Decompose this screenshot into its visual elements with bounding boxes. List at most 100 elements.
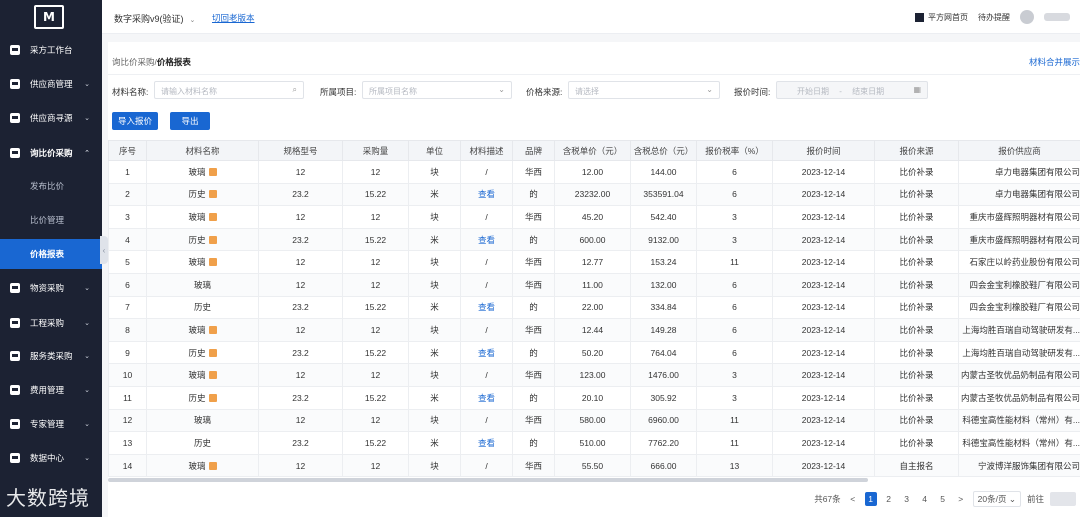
breadcrumb-parent[interactable]: 询比价采购 <box>112 57 155 67</box>
project-select[interactable]: 所属项目名称 ⌄ <box>362 81 512 99</box>
table-row[interactable]: 1 玻璃 12 12 块 / 华西 12.00 144.00 6 2023-12-14 比价补录 卓力电… <box>108 160 1080 184</box>
page-size-select[interactable]: 20条/页 ⌄ <box>972 491 1021 507</box>
watermark: 大数跨境 <box>6 486 90 510</box>
table-row[interactable]: 5 玻璃 12 12 块 / 华西 12.77 153.24 11 2023-12-14 比价补录 石家… <box>108 250 1080 274</box>
view-description-link[interactable]: 查看 <box>460 431 513 455</box>
page-3-button[interactable]: 3 <box>901 492 913 506</box>
table-row[interactable]: 4 历史 23.2 15.22 米查看的 600.00 9132.00 3 2023-12-14… <box>108 227 1080 252</box>
page-4-button[interactable]: 4 <box>919 492 931 506</box>
view-description-link[interactable]: 查看 <box>460 295 513 320</box>
material-name: 玻璃 <box>188 460 206 471</box>
table-row[interactable]: 9 历史 23.2 15.22 米查看的 50.20 764.04 6 2023-12-14 比价… <box>108 340 1080 365</box>
total-count: 共67条 <box>814 494 841 504</box>
sidebar-sub-publish[interactable]: 发布比价 <box>0 171 102 201</box>
sidebar-item-expert[interactable]: 专家管理 ⌄ <box>0 412 102 436</box>
jump-page-input[interactable] <box>1050 492 1076 506</box>
app-switcher[interactable]: 数字采购v9(验证) ⌄ <box>114 12 195 25</box>
table-cell: 华西 <box>512 272 555 297</box>
table-row[interactable]: 3 玻璃 12 12 块 / 华西 45.20 542.40 3 2023-12-14 比价补录 重庆市… <box>108 205 1080 229</box>
view-description-link[interactable]: 查看 <box>460 340 513 365</box>
table-cell: 6 <box>696 318 773 342</box>
table-cell: 比价补录 <box>874 385 959 410</box>
table-cell: 石家庄以岭药业股份有限公司 <box>958 250 1080 274</box>
page-2-button[interactable]: 2 <box>883 492 895 506</box>
table-row[interactable]: 13 历史 23.2 15.22 米查看的 510.00 7762.20 11 2023-12-… <box>108 431 1080 455</box>
home-icon <box>915 12 924 22</box>
sidebar-item-service[interactable]: 服务类采购 ⌄ <box>0 344 102 368</box>
home-link[interactable]: 平方网首页 <box>915 12 968 23</box>
table-cell: 比价补录 <box>874 408 959 433</box>
sidebar-item-fee[interactable]: 费用管理 ⌄ <box>0 378 102 402</box>
sidebar-item-workbench[interactable]: 采方工作台 <box>0 38 102 62</box>
price-source-select[interactable]: 请选择 ⌄ <box>568 81 720 99</box>
export-button[interactable]: 导出 <box>170 112 210 130</box>
sidebar-item-goods[interactable]: 物资采购 ⌄ <box>0 276 102 300</box>
view-description-link[interactable]: 查看 <box>460 385 513 410</box>
table-cell: 1476.00 <box>630 363 697 387</box>
switch-old-version-link[interactable]: 切回老版本 <box>212 12 255 24</box>
table-cell: 12 <box>258 160 343 184</box>
table-cell: / <box>460 205 513 229</box>
sidebar-item-inquiry[interactable]: 询比价采购 ⌃ <box>0 141 102 165</box>
table-cell: 历史 <box>146 182 259 207</box>
view-description-link[interactable]: 查看 <box>460 227 513 252</box>
table-row[interactable]: 14 玻璃 12 12 块 / 华西 55.50 666.00 13 2023-12-14 自主报名宁… <box>108 453 1080 478</box>
table-row[interactable]: 11 历史 23.2 15.22 米查看的 20.10 305.92 3 2023-12-14 比… <box>108 385 1080 410</box>
import-quote-button[interactable]: 导入报价 <box>112 112 158 130</box>
sidebar-item-data[interactable]: 数据中心 ⌄ <box>0 446 102 470</box>
table-cell: 12 <box>342 453 409 478</box>
table-cell: 块 <box>408 363 461 387</box>
page-1-button[interactable]: 1 <box>864 492 877 506</box>
material-merge-link[interactable]: 材料合并展示 <box>1029 56 1080 68</box>
sidebar-sub-manage[interactable]: 比价管理 <box>0 205 102 235</box>
table-cell: 比价补录 <box>874 250 959 274</box>
table-row[interactable]: 10 玻璃 12 12 块 / 华西 123.00 1476.00 3 2023-12-14 比价补录… <box>108 363 1080 387</box>
table-cell: 华西 <box>512 250 555 274</box>
table-cell: 内蒙古圣牧优品奶制品有限公司 <box>958 385 1080 410</box>
view-description-link[interactable]: 查看 <box>460 182 513 207</box>
sidebar-item-project[interactable]: 工程采购 ⌄ <box>0 311 102 335</box>
table-row[interactable]: 8 玻璃 12 12 块 / 华西 12.44 149.28 6 2023-12-14 比价补录 上海均… <box>108 318 1080 342</box>
date-range-picker[interactable]: 开始日期 - 结束日期 ▦ <box>776 81 928 99</box>
table-cell: 块 <box>408 453 461 478</box>
avatar[interactable] <box>1020 10 1034 24</box>
table-cell: 15.22 <box>342 227 409 252</box>
table-cell: 科德宝高性能材料（常州）有... <box>958 431 1080 455</box>
sidebar-sub-price-report[interactable]: 价格报表 <box>0 239 102 269</box>
topbar-actions: 平方网首页 待办提醒 <box>915 10 1070 24</box>
column-header: 含税单价（元） <box>554 140 631 161</box>
chevron-down-icon: ⌄ <box>84 115 90 122</box>
service-icon <box>10 351 20 361</box>
table-row[interactable]: 12 玻璃 12 12 块 / 华西 580.00 6960.00 11 2023-12-14 比价补… <box>108 408 1080 433</box>
table-row[interactable]: 6 玻璃 12 12 块 / 华西 11.00 132.00 6 2023-12-14 比价补录 四会金… <box>108 272 1080 297</box>
sidebar-item-supplier-sourcing[interactable]: 供应商寻源 ⌄ <box>0 106 102 130</box>
material-name: 玻璃 <box>188 370 206 381</box>
collapse-sidebar-handle[interactable]: ‹ <box>100 236 108 264</box>
logo-mark: M <box>34 5 64 29</box>
logo[interactable]: M <box>0 0 102 34</box>
next-page-button[interactable]: > <box>955 492 967 506</box>
chevron-down-icon: ⌄ <box>189 17 196 24</box>
page-5-button[interactable]: 5 <box>937 492 949 506</box>
username[interactable] <box>1044 13 1070 21</box>
horizontal-scrollbar[interactable] <box>108 478 868 482</box>
table-cell: 12 <box>258 408 343 433</box>
table-cell: / <box>460 160 513 184</box>
material-name: 玻璃 <box>188 324 206 335</box>
sidebar-item-supplier-mgmt[interactable]: 供应商管理 ⌄ <box>0 72 102 96</box>
table-cell: 3 <box>108 205 147 229</box>
sidebar-item-label: 供应商管理 <box>30 79 73 89</box>
todo-reminder[interactable]: 待办提醒 <box>978 12 1010 23</box>
table-cell: 玻璃 <box>146 453 259 478</box>
table-cell: 12 <box>342 318 409 342</box>
prev-page-button[interactable]: < <box>847 492 859 506</box>
table-cell: 的 <box>512 295 555 320</box>
chevron-down-icon: ⌄ <box>84 421 90 428</box>
table-row[interactable]: 7 历史 23.2 15.22 米查看的 22.00 334.84 6 2023-12-14 比价… <box>108 295 1080 320</box>
table-cell: / <box>460 250 513 274</box>
table-cell: 历史 <box>146 431 259 455</box>
table-row[interactable]: 2 历史 23.2 15.22 米查看的 23232.00 353591.04 6 2023-1… <box>108 182 1080 207</box>
table-cell: 历史 <box>146 227 259 252</box>
material-name-input[interactable]: 请输入材料名称 ⌕ <box>154 81 304 99</box>
search-icon[interactable]: ⌕ <box>293 85 297 95</box>
